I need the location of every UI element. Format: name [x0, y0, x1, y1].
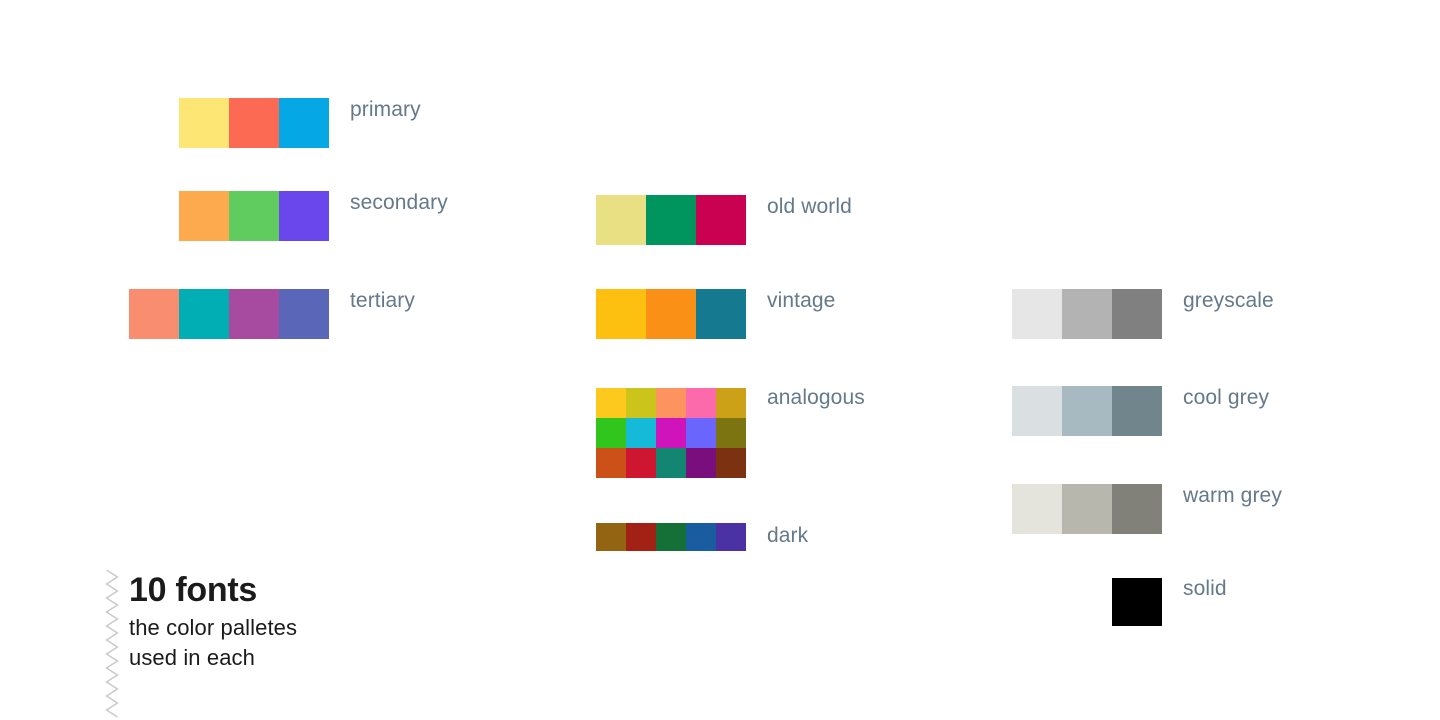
- color-swatch[interactable]: [626, 448, 656, 478]
- color-swatch[interactable]: [656, 448, 686, 478]
- color-swatch[interactable]: [626, 418, 656, 448]
- palette-analogous: [596, 388, 746, 478]
- color-swatch[interactable]: [656, 523, 686, 551]
- color-swatch[interactable]: [229, 289, 279, 339]
- color-swatch[interactable]: [696, 195, 746, 245]
- swatch-row: [596, 388, 746, 418]
- color-swatch[interactable]: [1112, 484, 1162, 534]
- color-swatch[interactable]: [626, 523, 656, 551]
- swatch-row: [1012, 386, 1162, 436]
- color-swatch[interactable]: [656, 388, 686, 418]
- swatch-grid-vintage: [596, 289, 746, 339]
- color-swatch[interactable]: [686, 448, 716, 478]
- swatch-grid-cool-grey: [1012, 386, 1162, 436]
- swatch-row: [596, 418, 746, 448]
- caption-line-2: used in each: [129, 645, 255, 671]
- color-swatch[interactable]: [179, 98, 229, 148]
- palette-dark: [596, 523, 746, 551]
- color-swatch[interactable]: [596, 523, 626, 551]
- color-swatch[interactable]: [646, 195, 696, 245]
- palette-label-old-world: old world: [767, 195, 852, 218]
- swatch-grid-warm-grey: [1012, 484, 1162, 534]
- color-swatch[interactable]: [716, 418, 746, 448]
- palette-label-vintage: vintage: [767, 289, 836, 312]
- color-swatch[interactable]: [716, 523, 746, 551]
- color-swatch[interactable]: [229, 191, 279, 241]
- caption-title: 10 fonts: [129, 571, 257, 609]
- caption-line-1: the color palletes: [129, 614, 298, 640]
- color-swatch[interactable]: [129, 289, 179, 339]
- color-swatch[interactable]: [279, 98, 329, 148]
- swatch-row: [596, 448, 746, 478]
- color-swatch[interactable]: [1062, 289, 1112, 339]
- color-swatch[interactable]: [596, 289, 646, 339]
- color-swatch[interactable]: [596, 195, 646, 245]
- color-swatch[interactable]: [1062, 484, 1112, 534]
- palette-tertiary: [129, 289, 329, 339]
- palette-warm-grey: [1012, 484, 1162, 534]
- color-swatch[interactable]: [279, 289, 329, 339]
- color-swatch[interactable]: [179, 191, 229, 241]
- palette-label-solid: solid: [1183, 577, 1227, 600]
- swatch-row: [1012, 484, 1162, 534]
- swatch-row: [1012, 289, 1162, 339]
- color-swatch[interactable]: [716, 448, 746, 478]
- color-swatch[interactable]: [1112, 289, 1162, 339]
- palette-label-secondary: secondary: [350, 191, 448, 214]
- palette-vintage: [596, 289, 746, 339]
- color-swatch[interactable]: [179, 289, 229, 339]
- color-swatch[interactable]: [686, 523, 716, 551]
- zigzag-decoration-icon: [105, 570, 119, 718]
- palette-secondary: [179, 191, 329, 241]
- caption-block: 10 fonts the color palletes used in each: [129, 572, 297, 673]
- color-palette-board: primary secondary tertiary old world vintage…: [0, 0, 1440, 720]
- swatch-row: [129, 289, 329, 339]
- palette-label-primary: primary: [350, 98, 421, 121]
- color-swatch[interactable]: [646, 289, 696, 339]
- color-swatch[interactable]: [626, 388, 656, 418]
- swatch-grid-greyscale: [1012, 289, 1162, 339]
- color-swatch[interactable]: [1062, 386, 1112, 436]
- palette-label-tertiary: tertiary: [350, 289, 415, 312]
- swatch-grid-solid: [1112, 578, 1162, 626]
- palette-label-analogous: analogous: [767, 386, 865, 409]
- color-swatch[interactable]: [596, 388, 626, 418]
- swatch-grid-primary: [179, 98, 329, 148]
- swatch-row: [596, 523, 746, 551]
- color-swatch[interactable]: [656, 418, 686, 448]
- color-swatch[interactable]: [1012, 484, 1062, 534]
- swatch-grid-secondary: [179, 191, 329, 241]
- color-swatch[interactable]: [716, 388, 746, 418]
- color-swatch[interactable]: [1112, 578, 1162, 626]
- palette-label-greyscale: greyscale: [1183, 289, 1274, 312]
- color-swatch[interactable]: [596, 418, 626, 448]
- swatch-grid-analogous: [596, 388, 746, 478]
- palette-old-world: [596, 195, 746, 245]
- color-swatch[interactable]: [596, 448, 626, 478]
- palette-greyscale: [1012, 289, 1162, 339]
- color-swatch[interactable]: [1012, 386, 1062, 436]
- swatch-row: [596, 195, 746, 245]
- color-swatch[interactable]: [686, 388, 716, 418]
- palette-solid: [1112, 578, 1162, 626]
- swatch-row: [179, 98, 329, 148]
- color-swatch[interactable]: [279, 191, 329, 241]
- swatch-grid-dark: [596, 523, 746, 551]
- swatch-grid-old-world: [596, 195, 746, 245]
- color-swatch[interactable]: [686, 418, 716, 448]
- color-swatch[interactable]: [1012, 289, 1062, 339]
- color-swatch[interactable]: [696, 289, 746, 339]
- swatch-row: [1112, 578, 1162, 626]
- palette-label-cool-grey: cool grey: [1183, 386, 1270, 409]
- color-swatch[interactable]: [1112, 386, 1162, 436]
- palette-cool-grey: [1012, 386, 1162, 436]
- color-swatch[interactable]: [229, 98, 279, 148]
- swatch-row: [596, 289, 746, 339]
- palette-label-warm-grey: warm grey: [1183, 484, 1282, 507]
- swatch-row: [179, 191, 329, 241]
- palette-primary: [179, 98, 329, 148]
- palette-label-dark: dark: [767, 524, 809, 547]
- swatch-grid-tertiary: [129, 289, 329, 339]
